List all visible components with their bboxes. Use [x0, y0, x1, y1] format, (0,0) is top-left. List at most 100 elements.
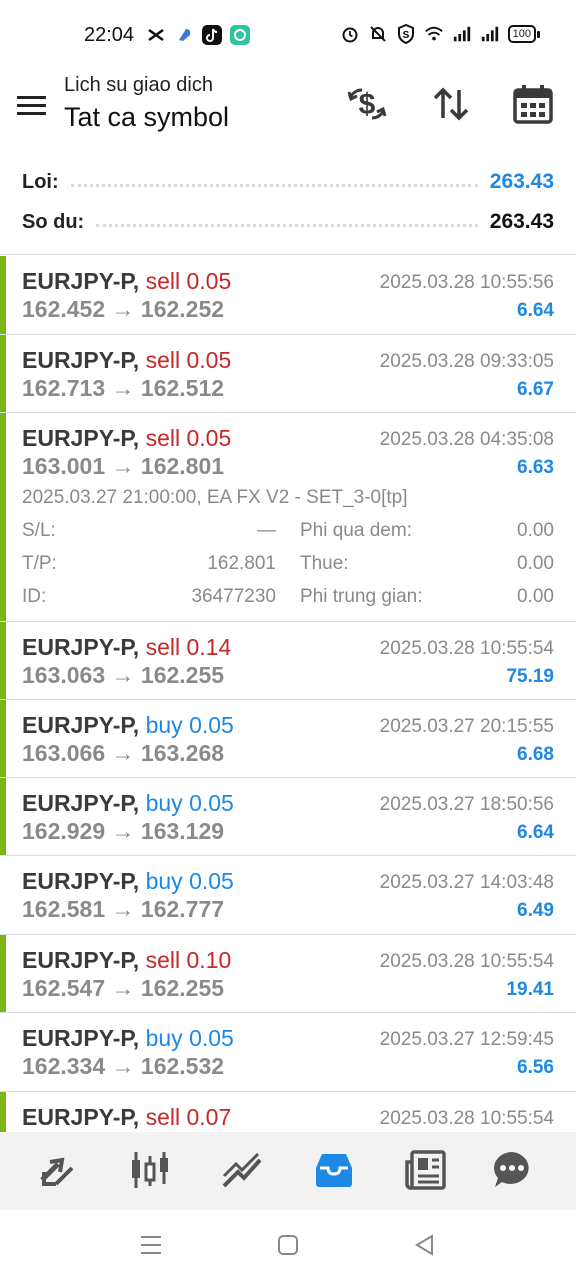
currency-exchange-icon: $ [347, 88, 387, 121]
sort-icon [433, 87, 469, 121]
system-status-icons: S 100 [340, 24, 540, 44]
trade-profit: 6.67 [517, 379, 554, 400]
trade-date: 2025.03.28 10:55:56 [379, 272, 554, 293]
trade-symbol: EURJPY-P, [22, 1025, 140, 1051]
balance-value: 263.43 [489, 210, 554, 233]
trade-profit: 19.41 [506, 979, 554, 1000]
trade-symbol: EURJPY-P, [22, 634, 140, 660]
trade-row-expanded[interactable]: EURJPY-P, sell 0.05 2025.03.28 04:35:08 … [0, 413, 576, 622]
home-button[interactable] [275, 1232, 301, 1258]
signal-icon-1 [452, 24, 472, 44]
status-bar: 22:04 S 100 [0, 0, 576, 70]
history-icon [316, 1154, 352, 1187]
trade-type: sell 0.05 [145, 425, 232, 451]
menu-button[interactable] [16, 90, 48, 120]
signal-icon-2 [480, 24, 500, 44]
trend-chart-icon [222, 1152, 262, 1188]
trade-symbol: EURJPY-P, [22, 868, 140, 894]
divider [0, 254, 576, 255]
trade-icon [40, 1157, 74, 1186]
back-triangle-icon [415, 1234, 433, 1256]
trade-date: 2025.03.28 10:55:54 [379, 1108, 554, 1129]
trade-history-list[interactable]: EURJPY-P, sell 0.05 2025.03.28 10:55:56 … [0, 256, 576, 1132]
system-navigation-bar [0, 1210, 576, 1280]
svg-text:S: S [402, 30, 409, 41]
battery-level: 100 [507, 25, 536, 43]
trade-prices: 162.581 → 162.777 [22, 896, 225, 922]
trade-date: 2025.03.27 18:50:56 [379, 794, 554, 815]
status-accent-bar [0, 335, 6, 412]
trade-prices: 162.929 → 163.129 [22, 818, 225, 844]
battery-icon: 100 [507, 25, 540, 43]
square-icon [278, 1235, 298, 1255]
nav-trade-button[interactable] [36, 1148, 80, 1192]
sl-label: S/L: [22, 520, 56, 541]
nav-news-button[interactable] [404, 1148, 448, 1192]
trade-prices: 163.063 → 162.255 [22, 662, 225, 688]
trade-type: sell 0.05 [145, 347, 232, 373]
trade-profit: 6.68 [517, 744, 554, 765]
nav-chart-button[interactable] [220, 1148, 264, 1192]
chat-app-icon [230, 25, 250, 45]
nav-quotes-button[interactable] [128, 1148, 172, 1192]
nav-chat-button[interactable] [490, 1148, 534, 1192]
detail-row: ID: 36477230 Phi trung gian: 0.00 [22, 586, 554, 619]
trade-type: buy 0.05 [145, 790, 234, 816]
status-time: 22:04 [84, 24, 135, 46]
recent-apps-button[interactable] [138, 1232, 164, 1258]
trade-type: buy 0.05 [145, 1025, 234, 1051]
trade-row[interactable]: EURJPY-P, sell 0.05 2025.03.28 10:55:56 … [0, 256, 576, 335]
trade-row[interactable]: EURJPY-P, buy 0.05 2025.03.27 20:15:55 1… [0, 700, 576, 778]
profit-row: Loi: 263.43 [22, 162, 554, 202]
trade-date: 2025.03.27 12:59:45 [379, 1029, 554, 1050]
profit-value: 263.43 [489, 170, 554, 193]
id-value: 36477230 [191, 586, 276, 607]
trade-symbol: EURJPY-P, [22, 712, 140, 738]
back-button[interactable] [412, 1232, 438, 1258]
news-icon [405, 1150, 446, 1190]
trade-row[interactable]: EURJPY-P, sell 0.05 2025.03.28 09:33:05 … [0, 335, 576, 413]
trade-type: buy 0.05 [145, 868, 234, 894]
detail-row: S/L: — Phi qua dem: 0.00 [22, 520, 554, 553]
dotted-leader [96, 217, 478, 227]
trade-date: 2025.03.27 14:03:48 [379, 872, 554, 893]
page-subtitle: Lich su giao dich [64, 74, 213, 96]
trade-prices: 162.713 → 162.512 [22, 375, 225, 401]
trade-type: sell 0.05 [145, 268, 232, 294]
page-title[interactable]: Tat ca symbol [64, 102, 229, 133]
alarm-icon [340, 24, 360, 44]
trade-symbol: EURJPY-P, [22, 947, 140, 973]
nav-history-button[interactable] [312, 1148, 356, 1192]
trade-profit: 6.64 [517, 300, 554, 321]
trade-row[interactable]: EURJPY-P, sell 0.07 2025.03.28 10:55:54 [0, 1092, 576, 1132]
trade-profit: 6.56 [517, 1057, 554, 1078]
svg-text:$: $ [359, 88, 376, 121]
profit-label: Loi: [22, 170, 59, 193]
trade-row[interactable]: EURJPY-P, sell 0.10 2025.03.28 10:55:54 … [0, 935, 576, 1013]
dotted-leader [70, 177, 478, 187]
trade-row[interactable]: EURJPY-P, sell 0.14 2025.03.28 10:55:54 … [0, 622, 576, 700]
calendar-button[interactable] [512, 84, 554, 124]
trade-row[interactable]: EURJPY-P, buy 0.05 2025.03.27 14:03:48 1… [0, 856, 576, 935]
sort-button[interactable] [430, 84, 472, 124]
trade-prices: 162.547 → 162.255 [22, 975, 225, 1001]
trade-row[interactable]: EURJPY-P, buy 0.05 2025.03.27 18:50:56 1… [0, 778, 576, 856]
calendar-icon [513, 85, 553, 124]
trade-row[interactable]: EURJPY-P, buy 0.05 2025.03.27 12:59:45 1… [0, 1013, 576, 1092]
status-accent-bar [0, 256, 6, 334]
id-label: ID: [22, 586, 47, 607]
trade-comment: 2025.03.27 21:00:00, EA FX V2 - SET_3-0[… [22, 487, 408, 508]
trade-prices: 163.066 → 163.268 [22, 740, 225, 766]
trade-prices: 162.452 → 162.252 [22, 296, 225, 322]
trade-symbol: EURJPY-P, [22, 268, 140, 294]
vpn-icon: S [396, 24, 416, 44]
trade-date: 2025.03.28 10:55:54 [379, 638, 554, 659]
capcut-icon [146, 25, 166, 45]
trade-profit: 6.63 [517, 457, 554, 478]
candlestick-chart-icon [132, 1152, 168, 1188]
summary-panel: Loi: 263.43 So du: 263.43 [0, 160, 576, 255]
deposit-button[interactable]: $ [346, 84, 388, 124]
trade-date: 2025.03.28 04:35:08 [379, 429, 554, 450]
trade-type: sell 0.10 [145, 947, 232, 973]
status-accent-bar [0, 935, 6, 1012]
